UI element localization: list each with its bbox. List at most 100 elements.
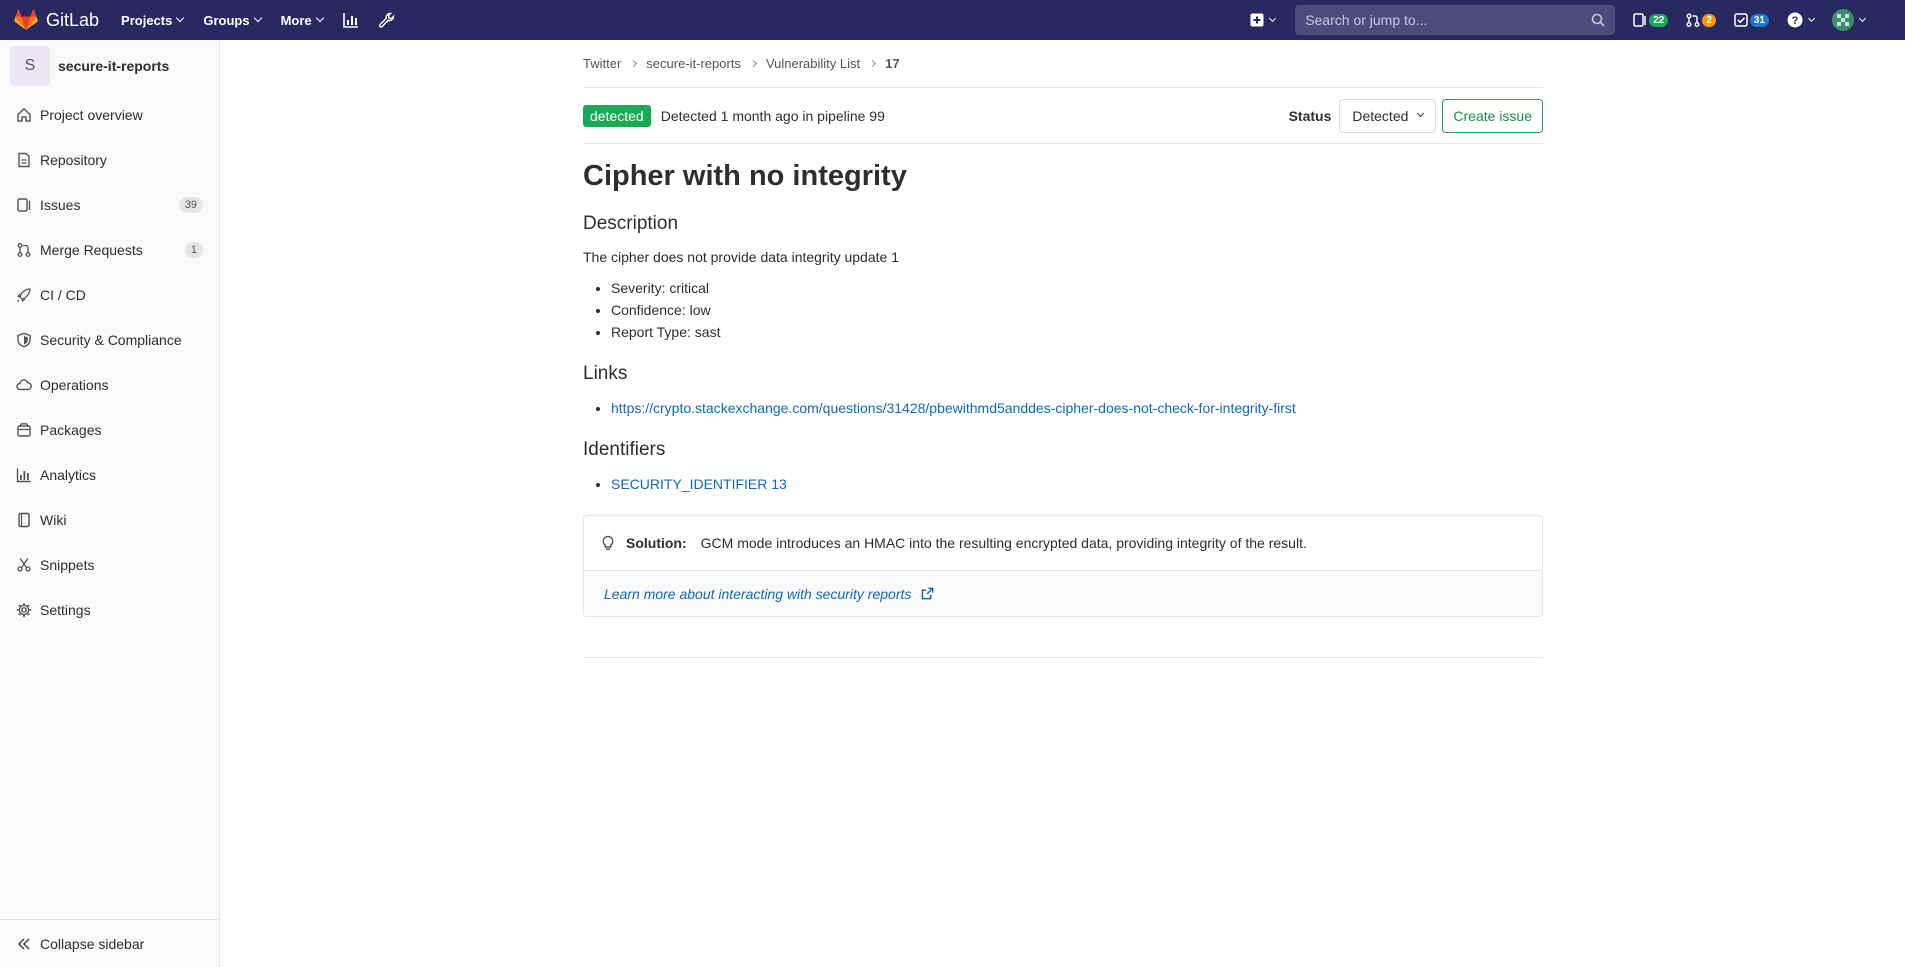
merge-request-icon bbox=[1686, 13, 1700, 27]
divider bbox=[583, 657, 1543, 658]
double-chevron-left-icon bbox=[17, 937, 30, 950]
issues-icon bbox=[1633, 13, 1646, 27]
sidebar-item-repository[interactable]: Repository bbox=[0, 137, 219, 182]
groups-dropdown[interactable]: Groups bbox=[203, 12, 262, 28]
identifier-link[interactable]: SECURITY_IDENTIFIER 13 bbox=[611, 476, 787, 492]
external-link-icon bbox=[921, 587, 934, 599]
todos-count-badge: 31 bbox=[1749, 13, 1769, 27]
activity-chart-button[interactable] bbox=[342, 12, 359, 28]
issues-count-button[interactable]: 22 bbox=[1633, 13, 1669, 27]
sidebar-item-operations[interactable]: Operations bbox=[0, 362, 219, 407]
description-text: The cipher does not provide data integri… bbox=[583, 249, 899, 265]
sidebar-item-snippets[interactable]: Snippets bbox=[0, 542, 219, 587]
project-avatar: S bbox=[10, 46, 50, 86]
sidebar-item-label: Merge Requests bbox=[40, 241, 143, 258]
question-icon: ? bbox=[1787, 12, 1803, 28]
gitlab-logo[interactable]: GitLab bbox=[14, 0, 99, 40]
home-icon bbox=[17, 107, 31, 122]
identifiers-heading: Identifiers bbox=[583, 439, 666, 460]
new-dropdown[interactable] bbox=[1250, 13, 1277, 27]
merge-requests-count-badge: 2 bbox=[1702, 13, 1716, 27]
sidebar-item-label: Analytics bbox=[40, 466, 97, 483]
breadcrumb-item-group[interactable]: Twitter bbox=[583, 56, 621, 71]
shield-icon bbox=[17, 332, 31, 348]
sidebar-item-project-overview[interactable]: Project overview bbox=[0, 92, 219, 137]
plus-square-icon bbox=[1250, 13, 1264, 27]
main-content: Twitter secure-it-reports Vulnerability … bbox=[583, 40, 1543, 658]
groups-label: Groups bbox=[203, 12, 250, 28]
search-box bbox=[1295, 5, 1616, 35]
chevron-down-icon bbox=[1858, 14, 1867, 23]
chevron-down-icon bbox=[253, 13, 262, 23]
status-dropdown[interactable]: Detected bbox=[1339, 98, 1437, 133]
issues-count-badge: 22 bbox=[1649, 13, 1669, 27]
status-dropdown-value: Detected bbox=[1352, 107, 1409, 124]
projects-dropdown[interactable]: Projects bbox=[121, 13, 185, 28]
breadcrumb-item-vulnerability-list[interactable]: Vulnerability List bbox=[766, 56, 860, 71]
list-item: Report Type: sast bbox=[611, 321, 1543, 343]
admin-wrench-button[interactable] bbox=[378, 12, 395, 28]
avatar bbox=[1832, 9, 1854, 31]
learn-more-link[interactable]: Learn more about interacting with securi… bbox=[604, 586, 934, 602]
chevron-down-icon bbox=[1417, 109, 1425, 118]
merge-requests-count-button[interactable]: 2 bbox=[1686, 13, 1716, 27]
status-badge: detected bbox=[583, 104, 651, 127]
collapse-sidebar-button[interactable]: Collapse sidebar bbox=[0, 919, 219, 967]
solution-label: Solution: bbox=[626, 535, 687, 551]
sidebar-item-label: Operations bbox=[40, 376, 109, 393]
breadcrumb: Twitter secure-it-reports Vulnerability … bbox=[583, 40, 1543, 88]
solution-body: Solution: GCM mode introduces an HMAC in… bbox=[584, 516, 1542, 571]
sidebar-item-merge-requests[interactable]: Merge Requests 1 bbox=[0, 227, 219, 272]
rocket-icon bbox=[16, 287, 31, 302]
links-list: https://crypto.stackexchange.com/questio… bbox=[583, 397, 1543, 419]
solution-footer: Learn more about interacting with securi… bbox=[584, 571, 1542, 616]
links-heading: Links bbox=[583, 363, 628, 384]
scissors-icon bbox=[17, 557, 31, 572]
cloud-icon bbox=[16, 378, 32, 390]
lightbulb-icon bbox=[602, 535, 614, 550]
sidebar-item-label: Project overview bbox=[40, 106, 143, 123]
solution-text: GCM mode introduces an HMAC into the res… bbox=[700, 535, 1307, 551]
help-dropdown[interactable]: ? bbox=[1787, 12, 1816, 28]
breadcrumb-item-project[interactable]: secure-it-reports bbox=[646, 56, 741, 71]
breadcrumb-item-current[interactable]: 17 bbox=[885, 56, 899, 71]
top-right-controls: 22 2 31 ? bbox=[1250, 0, 1905, 40]
create-issue-button[interactable]: Create issue bbox=[1442, 98, 1543, 133]
more-dropdown[interactable]: More bbox=[280, 12, 324, 28]
sidebar-item-settings[interactable]: Settings bbox=[0, 587, 219, 632]
chevron-down-icon bbox=[1807, 14, 1816, 23]
gitlab-wordmark: GitLab bbox=[46, 9, 100, 30]
merge-request-icon bbox=[17, 242, 31, 257]
wrench-icon bbox=[378, 12, 394, 28]
page-title: Cipher with no integrity bbox=[583, 160, 907, 192]
description-heading: Description bbox=[583, 213, 679, 234]
chevron-right-icon bbox=[630, 59, 638, 68]
list-item: Severity: critical bbox=[611, 277, 1543, 299]
project-header[interactable]: S secure-it-reports bbox=[0, 40, 219, 92]
list-item: SECURITY_IDENTIFIER 13 bbox=[611, 473, 1543, 495]
search-input[interactable] bbox=[1305, 12, 1586, 28]
more-label: More bbox=[280, 12, 312, 28]
sidebar-item-label: Issues bbox=[40, 196, 81, 213]
gitlab-tanuki-icon bbox=[14, 9, 38, 30]
todos-count-button[interactable]: 31 bbox=[1734, 13, 1769, 27]
todo-check-icon bbox=[1734, 13, 1748, 27]
list-item: Confidence: low bbox=[611, 299, 1543, 321]
main-nav: Projects Groups More bbox=[121, 12, 415, 28]
chevron-down-icon bbox=[176, 13, 185, 23]
learn-more-label: Learn more about interacting with securi… bbox=[604, 585, 912, 602]
sidebar-item-packages[interactable]: Packages bbox=[0, 407, 219, 452]
vulnerability-details-list: Severity: critical Confidence: low Repor… bbox=[583, 277, 1543, 343]
list-item: https://crypto.stackexchange.com/questio… bbox=[611, 397, 1543, 419]
svg-text:?: ? bbox=[1792, 15, 1799, 27]
reference-link[interactable]: https://crypto.stackexchange.com/questio… bbox=[611, 400, 1296, 416]
user-menu-dropdown[interactable] bbox=[1832, 9, 1867, 31]
sidebar-item-ci-cd[interactable]: CI / CD bbox=[0, 272, 219, 317]
chevron-right-icon bbox=[869, 59, 877, 68]
search-icon bbox=[1591, 13, 1605, 27]
sidebar-item-label: Repository bbox=[40, 151, 107, 168]
sidebar-item-security-compliance[interactable]: Security & Compliance bbox=[0, 317, 219, 362]
sidebar-item-issues[interactable]: Issues 39 bbox=[0, 182, 219, 227]
sidebar-item-analytics[interactable]: Analytics bbox=[0, 452, 219, 497]
sidebar-item-wiki[interactable]: Wiki bbox=[0, 497, 219, 542]
